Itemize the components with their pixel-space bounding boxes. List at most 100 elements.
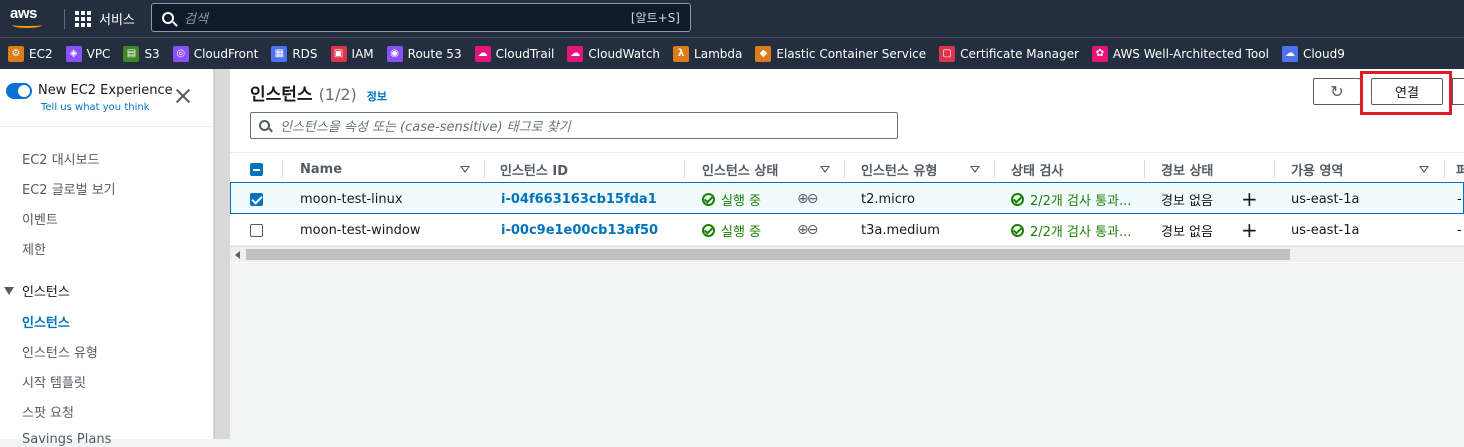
column-header-name[interactable]: Name xyxy=(300,153,470,185)
sidebar-item-savings-plans[interactable]: Savings Plans xyxy=(22,432,111,447)
caret-down-icon xyxy=(4,286,14,295)
fav-route53[interactable]: ◉ Route 53 xyxy=(386,45,462,62)
aws-logo-smile xyxy=(12,22,42,28)
fav-cloudwatch[interactable]: ☁ CloudWatch xyxy=(567,45,661,62)
vpc-icon: ◈ xyxy=(65,45,82,62)
column-header-instance-state[interactable]: 인스턴스 상태 xyxy=(702,153,832,185)
instance-name: moon-test-window xyxy=(300,222,421,238)
fav-label: Route 53 xyxy=(407,46,462,61)
fav-well-architected[interactable]: ✿ AWS Well-Architected Tool xyxy=(1091,45,1269,62)
zoom-icons[interactable]: ⊕ ⊖ xyxy=(797,214,819,246)
zoom-in-icon[interactable]: ⊕ xyxy=(797,222,809,238)
alarm-status: 경보 없음 xyxy=(1161,193,1213,209)
fav-certificate-manager[interactable]: ▢ Certificate Manager xyxy=(939,45,1079,62)
status-check[interactable]: 2/2개 검사 통과... xyxy=(1011,183,1131,215)
aws-logo[interactable]: aws xyxy=(8,0,54,37)
zoom-in-icon[interactable]: ⊕ xyxy=(797,191,809,207)
sidebar-item-launch-templates[interactable]: 시작 템플릿 xyxy=(22,372,86,391)
table-horizontal-scrollbar[interactable] xyxy=(230,246,1464,262)
services-grid-icon xyxy=(75,10,91,27)
fav-label: CloudTrail xyxy=(495,46,555,61)
select-all-checkbox[interactable] xyxy=(250,153,263,185)
sidebar-item-spot-requests[interactable]: 스팟 요청 xyxy=(22,402,74,421)
sidebar-item-events[interactable]: 이벤트 xyxy=(22,209,58,228)
close-icon[interactable] xyxy=(174,87,192,105)
check-circle-icon xyxy=(1011,192,1024,206)
column-header-alarm-status[interactable]: 경보 상태 xyxy=(1161,153,1213,185)
well-architected-icon: ✿ xyxy=(1091,45,1108,62)
aws-logo-text: aws xyxy=(10,5,37,22)
zoom-out-icon[interactable]: ⊖ xyxy=(807,222,819,238)
table-row[interactable]: moon-test-linux i-04f663163cb15fda1 실행 중… xyxy=(230,182,1464,214)
instance-state-button[interactable] xyxy=(1452,78,1464,105)
page-title-text: 인스턴스 xyxy=(250,85,313,105)
header-label: 퍼 xyxy=(1456,163,1464,179)
sidebar-item-limits[interactable]: 제한 xyxy=(22,239,46,258)
instance-search-input[interactable]: 인스턴스을 속성 또는 (case-sensitive) 태그로 찾기 xyxy=(250,112,898,139)
fav-iam[interactable]: ▣ IAM xyxy=(330,45,374,62)
column-separator xyxy=(1274,160,1275,178)
status-check-text: 2/2개 검사 통과... xyxy=(1030,224,1132,240)
fav-label: CloudWatch xyxy=(588,46,661,61)
fav-label: Cloud9 xyxy=(1302,46,1345,61)
sidebar-section-instances[interactable]: 인스턴스 xyxy=(4,281,70,300)
info-link[interactable]: 정보 xyxy=(367,88,387,104)
global-search-input[interactable]: 검색 [알트+S] xyxy=(151,3,691,32)
column-separator xyxy=(684,160,685,178)
new-experience-toggle[interactable] xyxy=(6,83,32,99)
services-menu-button[interactable]: 서비스 xyxy=(75,9,135,28)
sidebar-item-global-view[interactable]: EC2 글로벌 보기 xyxy=(22,179,116,198)
fav-cloudfront[interactable]: ◎ CloudFront xyxy=(172,45,258,62)
extra-cell: - xyxy=(1457,222,1462,238)
fav-cloudtrail[interactable]: ☁ CloudTrail xyxy=(474,45,555,62)
scroll-left-icon[interactable] xyxy=(235,251,240,259)
header-label: 경보 상태 xyxy=(1161,163,1214,179)
table-row[interactable]: moon-test-window i-00c9e1e00cb13af50 실행 … xyxy=(230,214,1464,246)
search-shortcut: [알트+S] xyxy=(630,11,680,25)
sidebar-item-instance-types[interactable]: 인스턴스 유형 xyxy=(22,342,98,361)
header-label: 인스턴스 상태 xyxy=(702,163,779,179)
zoom-out-icon[interactable]: ⊖ xyxy=(807,191,819,207)
page-title: 인스턴스 (1/2) 정보 xyxy=(250,80,387,105)
feedback-link[interactable]: Tell us what you think xyxy=(41,102,150,113)
fav-ecs[interactable]: ◆ Elastic Container Service xyxy=(755,45,926,62)
row-checkbox[interactable] xyxy=(250,183,263,215)
fav-lambda[interactable]: λ Lambda xyxy=(673,45,742,62)
check-circle-icon xyxy=(1011,223,1024,237)
search-placeholder: 검색 xyxy=(184,12,208,27)
scrollbar-thumb[interactable] xyxy=(246,249,1290,260)
fav-cloud9[interactable]: ☁ Cloud9 xyxy=(1281,45,1345,62)
column-separator xyxy=(282,160,283,178)
new-experience-title: New EC2 Experience xyxy=(38,83,173,98)
add-alarm-icon[interactable]: + xyxy=(1241,214,1258,246)
header-label: 가용 영역 xyxy=(1291,163,1344,179)
column-header-extra[interactable]: 퍼 xyxy=(1456,153,1464,185)
instance-id-link[interactable]: i-04f663163cb15fda1 xyxy=(501,183,657,215)
column-separator xyxy=(994,160,995,178)
new-experience-panel: New EC2 Experience Tell us what you thin… xyxy=(0,69,213,127)
sidebar-item-instances[interactable]: 인스턴스 xyxy=(22,312,70,331)
column-header-instance-type[interactable]: 인스턴스 유형 xyxy=(861,153,991,185)
cloud9-icon: ☁ xyxy=(1281,45,1298,62)
top-navigation-bar: aws 서비스 검색 [알트+S] xyxy=(0,0,1464,37)
column-header-status-check[interactable]: 상태 검사 xyxy=(1011,153,1063,185)
instance-id-link[interactable]: i-00c9e1e00cb13af50 xyxy=(501,214,658,246)
row-checkbox[interactable] xyxy=(250,214,263,246)
sort-icon xyxy=(970,165,980,173)
fav-label: EC2 xyxy=(29,46,53,61)
fav-vpc[interactable]: ◈ VPC xyxy=(65,45,110,62)
sidebar-scrollbar[interactable] xyxy=(214,69,230,439)
column-header-instance-id[interactable]: 인스턴스 ID xyxy=(500,153,568,185)
column-header-availability-zone[interactable]: 가용 영역 xyxy=(1291,153,1431,185)
fav-rds[interactable]: ▦ RDS xyxy=(271,45,318,62)
add-alarm-icon[interactable]: + xyxy=(1241,183,1258,215)
table-header: Name 인스턴스 ID 인스턴스 상태 인스턴스 유형 상태 검사 경보 상태… xyxy=(230,152,1464,184)
fav-label: IAM xyxy=(351,46,374,61)
instance-type: t3a.medium xyxy=(861,222,940,238)
status-check[interactable]: 2/2개 검사 통과... xyxy=(1011,214,1131,246)
fav-ec2[interactable]: ⚙ EC2 xyxy=(8,45,53,62)
sidebar-item-ec2-dashboard[interactable]: EC2 대시보드 xyxy=(22,149,100,168)
fav-s3[interactable]: ▤ S3 xyxy=(123,45,160,62)
zoom-icons[interactable]: ⊕ ⊖ xyxy=(797,183,819,215)
refresh-button[interactable]: ↻ xyxy=(1313,78,1361,105)
